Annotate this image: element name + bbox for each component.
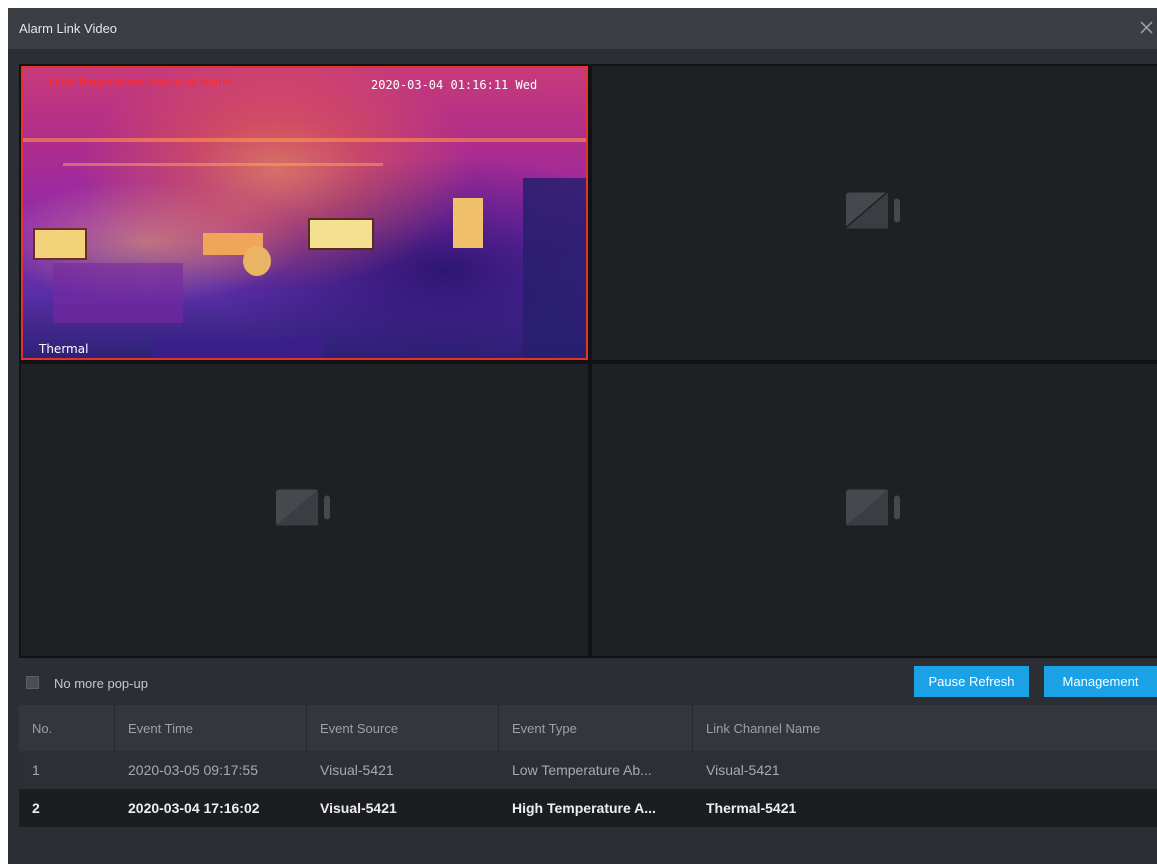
cell-event-time: 2020-03-05 09:17:55 xyxy=(128,762,258,778)
management-button[interactable]: Management xyxy=(1044,666,1157,697)
video-panel-2[interactable] xyxy=(592,66,1157,360)
camera-placeholder-icon xyxy=(844,189,906,238)
cell-no: 1 xyxy=(32,762,40,778)
osd-timestamp: 2020-03-04 01:16:11 Wed xyxy=(371,78,538,92)
no-popup-checkbox[interactable] xyxy=(26,676,39,689)
column-header-event-type[interactable]: Event Type xyxy=(499,705,693,751)
video-panel-1[interactable]: High Temperature Abnormal Alarm 2020-03-… xyxy=(21,66,588,360)
pause-refresh-button[interactable]: Pause Refresh xyxy=(914,666,1029,697)
no-popup-label: No more pop-up xyxy=(54,676,148,691)
alarm-link-video-dialog: Alarm Link Video High Temperature Abnorm… xyxy=(8,8,1157,864)
camera-placeholder-icon xyxy=(274,486,336,535)
cell-link-channel: Visual-5421 xyxy=(706,762,780,778)
table-header: No. Event Time Event Source Event Type L… xyxy=(19,705,1157,751)
cell-event-time: 2020-03-04 17:16:02 xyxy=(128,800,260,816)
cell-event-source: Visual-5421 xyxy=(320,762,394,778)
column-header-event-source[interactable]: Event Source xyxy=(307,705,499,751)
title-bar: Alarm Link Video xyxy=(8,8,1157,49)
cell-no: 2 xyxy=(32,800,40,816)
dialog-title: Alarm Link Video xyxy=(19,21,118,36)
cell-event-type: High Temperature A... xyxy=(512,800,656,816)
thermal-video-feed: High Temperature Abnormal Alarm 2020-03-… xyxy=(21,66,588,360)
column-header-event-time[interactable]: Event Time xyxy=(115,705,307,751)
camera-placeholder-icon xyxy=(844,486,906,535)
column-header-no[interactable]: No. xyxy=(19,705,115,751)
table-row[interactable]: 1 2020-03-05 09:17:55 Visual-5421 Low Te… xyxy=(19,751,1157,789)
video-panel-4[interactable] xyxy=(592,364,1157,656)
table-row-selected[interactable]: 2 2020-03-04 17:16:02 Visual-5421 High T… xyxy=(19,789,1157,827)
alarm-overlay-text: High Temperature Abnormal Alarm xyxy=(49,75,233,89)
osd-channel-label: Thermal xyxy=(39,342,89,356)
cell-link-channel: Thermal-5421 xyxy=(706,800,797,816)
video-grid: High Temperature Abnormal Alarm 2020-03-… xyxy=(19,64,1157,658)
cell-event-type: Low Temperature Ab... xyxy=(512,762,652,778)
close-icon[interactable] xyxy=(1135,17,1157,39)
column-header-link-channel[interactable]: Link Channel Name xyxy=(693,705,1157,751)
controls-bar: No more pop-up Pause Refresh Management xyxy=(8,658,1157,704)
video-panel-3[interactable] xyxy=(21,364,588,656)
cell-event-source: Visual-5421 xyxy=(320,800,397,816)
